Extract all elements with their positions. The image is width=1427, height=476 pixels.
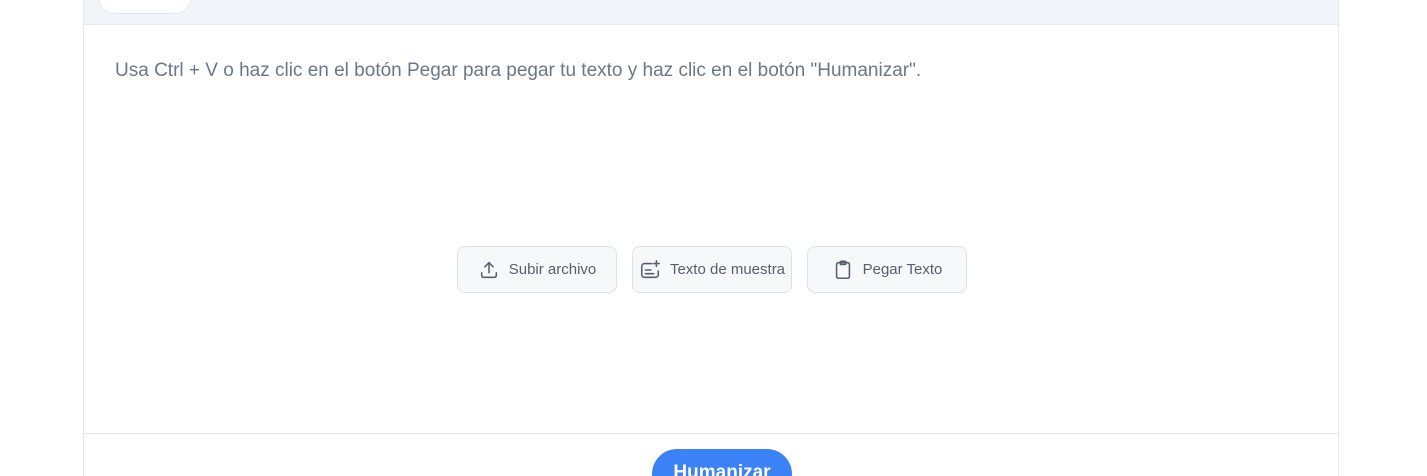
clipboard-icon — [835, 260, 850, 279]
sample-text-icon — [640, 259, 660, 278]
editor-placeholder: Usa Ctrl + V o haz clic en el botón Pega… — [115, 60, 922, 81]
paste-text-button[interactable]: Pegar Texto — [807, 246, 967, 293]
mode-tab[interactable] — [98, 0, 192, 14]
editor-actions: Subir archivo Texto de muestra Pegar Tex… — [457, 246, 967, 293]
humanizer-card: Usa Ctrl + V o haz clic en el botón Pega… — [83, 0, 1339, 476]
upload-file-label: Subir archivo — [508, 261, 597, 278]
paste-text-label: Pegar Texto — [862, 261, 943, 278]
editor-footer: Humanizar — [84, 433, 1338, 476]
upload-file-button[interactable]: Subir archivo — [457, 246, 617, 293]
toolbar — [84, 0, 1338, 25]
sample-text-label: Texto de muestra — [669, 261, 786, 278]
text-editor[interactable]: Usa Ctrl + V o haz clic en el botón Pega… — [84, 25, 1338, 433]
sample-text-button[interactable]: Texto de muestra — [632, 246, 792, 293]
upload-icon — [480, 261, 497, 278]
humanize-button[interactable]: Humanizar — [652, 449, 792, 476]
